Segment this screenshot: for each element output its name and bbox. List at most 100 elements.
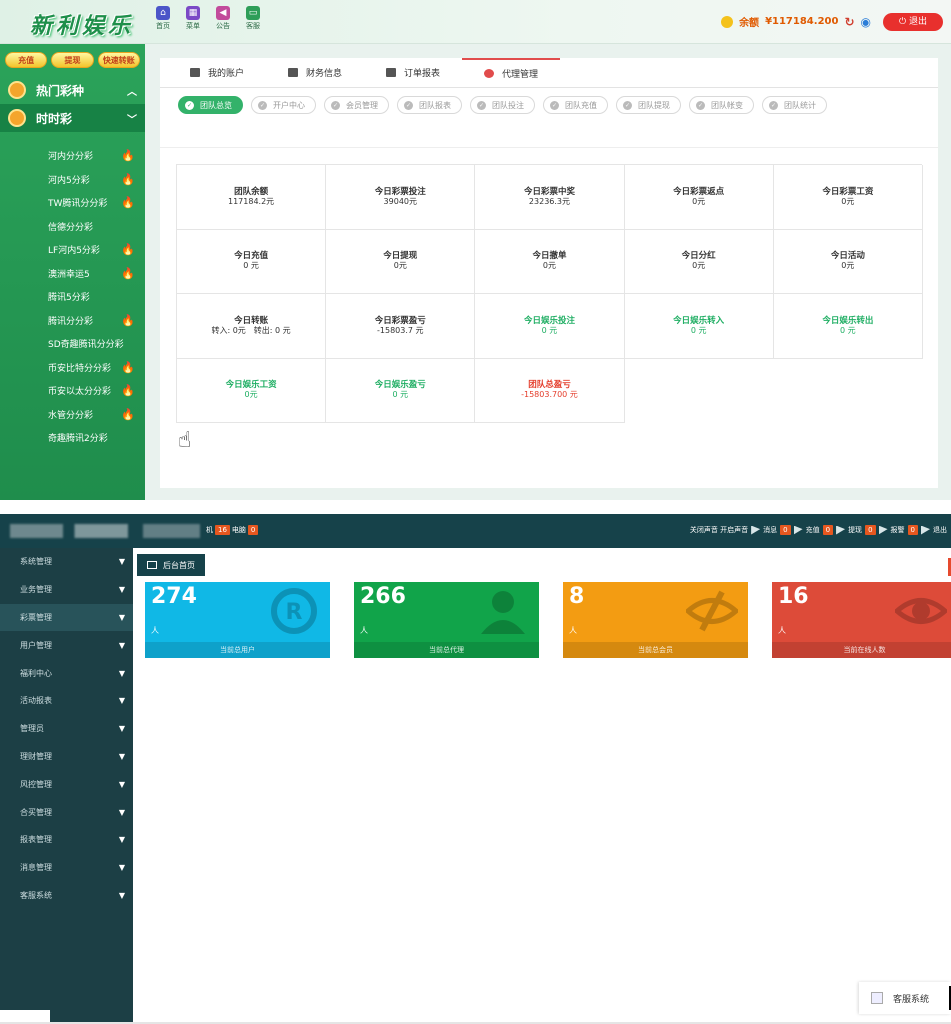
admin-sidebar: 系统管理 ▼ 业务管理 ▼ 彩票管理 ▼ 用户管理 ▼ 福利中心 ▼ 活动报表 ▼ 管理员 ▼… bbox=[0, 548, 133, 1024]
user-icon bbox=[481, 591, 525, 634]
check-icon: ✓ bbox=[550, 100, 559, 110]
withdraw-button[interactable]: 提现 bbox=[51, 52, 94, 68]
check-icon: ✓ bbox=[623, 100, 632, 110]
sound-toggle[interactable]: 关闭声音 开启声音 bbox=[690, 525, 748, 535]
lottery-item[interactable]: TW腾讯分分彩 🔥 bbox=[0, 191, 145, 215]
main-tabs: 我的账户 财务信息 订单报表 代理管理 bbox=[160, 58, 938, 88]
fire-icon: 🔥 bbox=[121, 172, 135, 186]
stat-cell: 今日活动 0元 bbox=[773, 229, 923, 294]
fire-icon: 🔥 bbox=[121, 407, 135, 421]
tab-admin-home[interactable]: 后台首页 bbox=[137, 554, 205, 576]
caret-down-icon: ▼ bbox=[118, 751, 125, 761]
tab-my-account[interactable]: 我的账户 bbox=[168, 58, 266, 87]
subtab-team-changes[interactable]: ✓ 团队帐变 bbox=[689, 96, 754, 114]
lottery-item[interactable]: 水管分分彩 🔥 bbox=[0, 403, 145, 427]
logout-button[interactable]: ⏻ 退出 bbox=[883, 13, 943, 31]
admin-menu-item[interactable]: 管理员 ▼ bbox=[0, 715, 133, 743]
pc-count-badge: 0 bbox=[247, 525, 259, 535]
recharge-link[interactable]: 充值 bbox=[806, 525, 820, 535]
admin-menu-item[interactable]: 合买管理 ▼ bbox=[0, 798, 133, 826]
tab-finance[interactable]: 财务信息 bbox=[266, 58, 364, 87]
admin-menu-item[interactable]: 业务管理 ▼ bbox=[0, 576, 133, 604]
coin-icon bbox=[721, 15, 734, 28]
eye-icon[interactable]: ◉ bbox=[861, 15, 871, 29]
flag-icon bbox=[751, 525, 761, 535]
caret-down-icon: ▼ bbox=[118, 668, 125, 678]
subtab-team-bets[interactable]: ✓ 团队投注 bbox=[470, 96, 535, 114]
category-hot[interactable]: 热门彩种 ︿ bbox=[0, 76, 145, 104]
subtab-open-account[interactable]: ✓ 开户中心 bbox=[251, 96, 316, 114]
card-online-users[interactable]: 16 人 当前在线人数 bbox=[772, 582, 951, 658]
category-ssc[interactable]: 时时彩 ﹀ bbox=[0, 104, 145, 132]
stat-cell: 今日彩票中奖 23236.3元 bbox=[475, 165, 625, 230]
lottery-item[interactable]: SD奇趣腾讯分分彩 bbox=[0, 332, 145, 356]
caret-down-icon: ▼ bbox=[118, 835, 125, 845]
tab-orders[interactable]: 订单报表 bbox=[364, 58, 462, 87]
subtab-team-withdraw[interactable]: ✓ 团队提现 bbox=[616, 96, 681, 114]
admin-menu-item[interactable]: 风控管理 ▼ bbox=[0, 770, 133, 798]
admin-menu-item[interactable]: 消息管理 ▼ bbox=[0, 854, 133, 882]
customer-service-widget[interactable]: 客服系统 bbox=[859, 982, 951, 1014]
subtab-team-recharge[interactable]: ✓ 团队充值 bbox=[543, 96, 608, 114]
lottery-item[interactable]: 河内分分彩 🔥 bbox=[0, 144, 145, 168]
lottery-item[interactable]: LF河内5分彩 🔥 bbox=[0, 238, 145, 262]
lottery-item[interactable]: 腾讯5分彩 bbox=[0, 285, 145, 309]
refresh-icon[interactable]: ↻ bbox=[844, 15, 854, 29]
lottery-sidebar: 充值 提现 快速转账 热门彩种 ︿ 时时彩 ﹀ 河内分分彩 🔥 河内5分彩 🔥 TW… bbox=[0, 44, 145, 500]
online-counter: 机 16 电脑 0 bbox=[206, 525, 259, 535]
admin-menu-item[interactable]: 彩票管理 ▼ bbox=[0, 603, 133, 632]
nav-service[interactable]: ▭ 客服 bbox=[240, 6, 266, 31]
nav-notice[interactable]: ◀ 公告 bbox=[210, 6, 236, 31]
caret-down-icon: ▼ bbox=[118, 585, 125, 595]
admin-logout-link[interactable]: 退出 bbox=[933, 525, 947, 535]
lottery-item[interactable]: 腾讯分分彩 🔥 bbox=[0, 309, 145, 333]
online-count-badge: 16 bbox=[215, 525, 230, 535]
admin-menu-item[interactable]: 客服系统 ▼ bbox=[0, 882, 133, 910]
tab-agent[interactable]: 代理管理 bbox=[462, 58, 561, 87]
nav-menu[interactable]: ▦ 菜单 bbox=[180, 6, 206, 31]
stat-cell: 今日分红 0元 bbox=[624, 229, 774, 294]
lottery-item[interactable]: 信德分分彩 bbox=[0, 215, 145, 239]
ssc-category-icon bbox=[8, 109, 26, 127]
site-logo[interactable]: 新利娱乐 bbox=[30, 8, 134, 40]
check-icon: ✓ bbox=[769, 100, 778, 110]
admin-menu-item[interactable]: 报表管理 ▼ bbox=[0, 826, 133, 854]
registered-icon: R bbox=[271, 588, 317, 634]
balance-value: ¥117184.200 bbox=[765, 16, 839, 27]
messages-link[interactable]: 消息 bbox=[763, 525, 777, 535]
subtab-team-report[interactable]: ✓ 团队报表 bbox=[397, 96, 462, 114]
admin-menu-item[interactable]: 系统管理 ▼ bbox=[0, 548, 133, 576]
flag-icon bbox=[836, 525, 846, 535]
withdraw-link[interactable]: 提现 bbox=[848, 525, 862, 535]
admin-menu-item[interactable]: 用户管理 ▼ bbox=[0, 631, 133, 659]
alarm-link[interactable]: 报警 bbox=[891, 525, 905, 535]
eye-slash-icon bbox=[686, 590, 738, 632]
flag-icon bbox=[793, 525, 803, 535]
nav-home[interactable]: ⌂ 首页 bbox=[150, 6, 176, 31]
quick-transfer-button[interactable]: 快速转账 bbox=[97, 52, 140, 68]
caret-down-icon: ▼ bbox=[118, 640, 125, 650]
lottery-item[interactable]: 币安以太分分彩 🔥 bbox=[0, 379, 145, 403]
fire-icon: 🔥 bbox=[121, 243, 135, 257]
lottery-item[interactable]: 澳洲幸运5 🔥 bbox=[0, 262, 145, 286]
check-icon: ✓ bbox=[404, 100, 413, 110]
admin-menu-item[interactable]: 福利中心 ▼ bbox=[0, 659, 133, 687]
subtab-team-overview[interactable]: ✓ 团队总览 bbox=[178, 96, 243, 114]
lottery-item[interactable]: 奇趣腾讯2分彩 bbox=[0, 426, 145, 450]
subtab-members[interactable]: ✓ 会员管理 bbox=[324, 96, 389, 114]
card-total-members[interactable]: 8 人 当前总会员 bbox=[563, 582, 748, 658]
top-nav: ⌂ 首页 ▦ 菜单 ◀ 公告 ▭ 客服 bbox=[150, 6, 266, 31]
agent-sub-tabs: ✓ 团队总览 ✓ 开户中心 ✓ 会员管理 ✓ 团队报表 ✓ 团队投注 ✓ 团队充值 ✓ 团队提… bbox=[160, 88, 938, 148]
lottery-item[interactable]: 河内5分彩 🔥 bbox=[0, 168, 145, 192]
card-total-agents[interactable]: 266 人 当前总代理 bbox=[354, 582, 539, 658]
admin-header: 机 16 电脑 0 关闭声音 开启声音 消息 0 充值 0 提现 0 报警 0 … bbox=[0, 514, 951, 548]
recharge-button[interactable]: 充值 bbox=[5, 52, 48, 68]
lottery-list: 河内分分彩 🔥 河内5分彩 🔥 TW腾讯分分彩 🔥 信德分分彩 LF河内5分彩 🔥 澳洲… bbox=[0, 132, 145, 450]
subtab-team-stats[interactable]: ✓ 团队统计 bbox=[762, 96, 827, 114]
admin-menu-item[interactable]: 活动报表 ▼ bbox=[0, 687, 133, 715]
fire-icon: 🔥 bbox=[121, 360, 135, 374]
lottery-item[interactable]: 币安比特分分彩 🔥 bbox=[0, 356, 145, 380]
admin-menu-item[interactable]: 理财管理 ▼ bbox=[0, 743, 133, 771]
caret-down-icon: ▼ bbox=[118, 724, 125, 734]
card-total-users[interactable]: 274 人 R 当前总用户 bbox=[145, 582, 330, 658]
